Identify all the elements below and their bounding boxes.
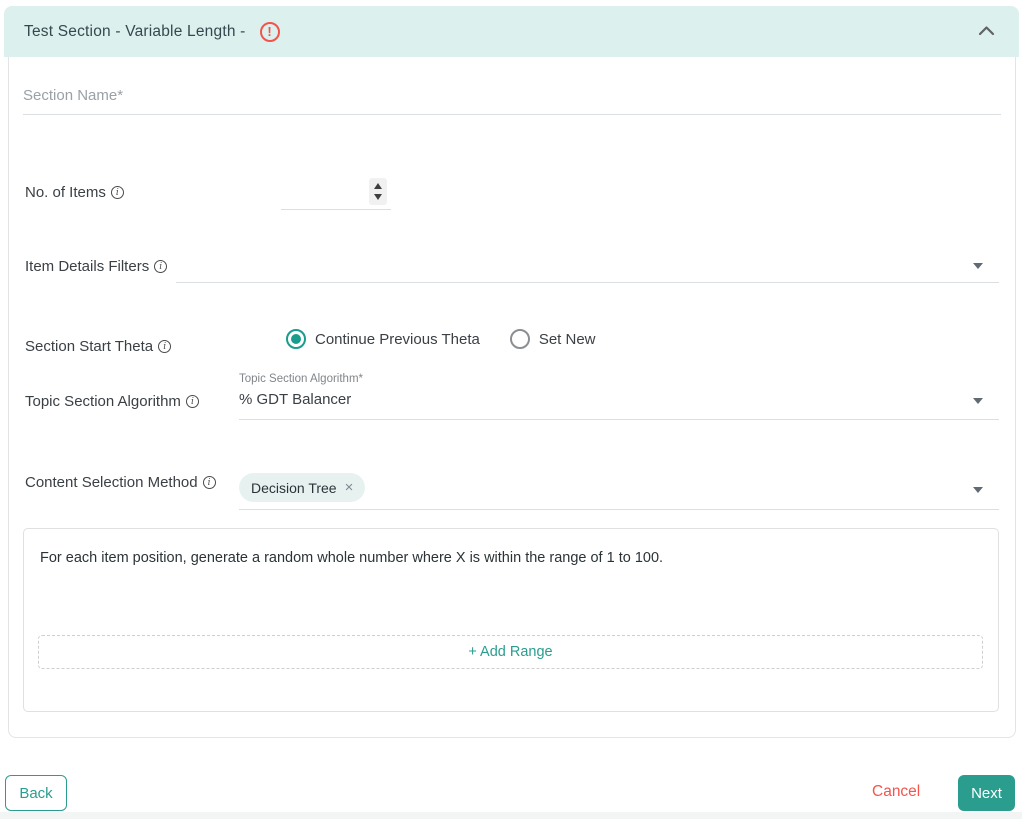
section-panel-header: Test Section - Variable Length - !: [4, 6, 1019, 57]
no-of-items-field[interactable]: [281, 172, 391, 210]
dropdown-arrow-icon[interactable]: [973, 398, 983, 404]
collapse-panel-button[interactable]: [978, 24, 995, 39]
content-selection-method-label: Content Selection Method i: [25, 474, 216, 491]
radio-set-new[interactable]: Set New: [509, 329, 596, 349]
item-details-filters-select[interactable]: [176, 245, 999, 283]
no-of-items-label: No. of Items i: [25, 184, 124, 201]
topic-section-algorithm-label: Topic Section Algorithm i: [25, 393, 199, 410]
bottom-divider-strip: [0, 812, 1022, 819]
item-details-filters-label: Item Details Filters i: [25, 258, 168, 275]
cancel-button[interactable]: Cancel: [860, 779, 932, 805]
content-selection-method-select[interactable]: [239, 472, 999, 510]
add-range-button[interactable]: + Add Range: [38, 635, 983, 669]
stepper-down-icon[interactable]: [374, 194, 382, 200]
radio-selected-icon: [286, 329, 306, 349]
stepper-up-icon[interactable]: [374, 183, 382, 189]
error-exclamation-icon: !: [259, 21, 280, 42]
number-stepper[interactable]: [369, 178, 387, 205]
topic-section-algorithm-select[interactable]: [239, 382, 999, 420]
next-button[interactable]: Next: [958, 775, 1015, 811]
dropdown-arrow-icon[interactable]: [973, 263, 983, 269]
range-description: For each item position, generate a rando…: [40, 550, 664, 566]
info-icon[interactable]: i: [154, 260, 168, 273]
section-form-panel: No. of Itemsi Item Details Filtersi Sect…: [8, 57, 1016, 738]
panel-title: Test Section - Variable Length -: [24, 22, 246, 40]
section-name-input[interactable]: [23, 77, 1001, 115]
section-start-theta-label: Section Start Theta i: [25, 338, 172, 355]
info-icon[interactable]: i: [202, 476, 216, 489]
radio-continue-previous-theta[interactable]: Continue Previous Theta: [286, 329, 480, 349]
range-config-box: For each item position, generate a rando…: [23, 528, 999, 712]
section-start-theta-radio-group: Continue Previous Theta Set New: [286, 329, 596, 349]
dropdown-arrow-icon[interactable]: [973, 487, 983, 493]
chevron-up-icon: [978, 24, 995, 39]
back-button[interactable]: Back: [5, 775, 67, 811]
info-icon[interactable]: i: [185, 395, 199, 408]
info-icon[interactable]: i: [158, 340, 172, 353]
radio-unselected-icon: [509, 329, 530, 349]
info-icon[interactable]: i: [110, 186, 124, 199]
